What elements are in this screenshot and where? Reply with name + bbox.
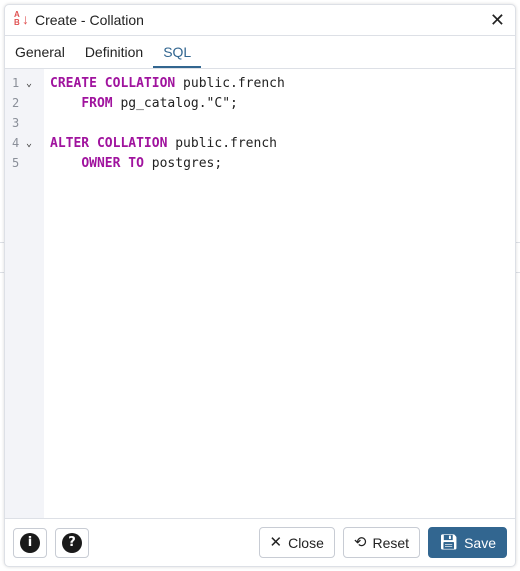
line-number: 5 <box>5 153 44 173</box>
line-number: 4 ⌄ <box>5 133 44 153</box>
line-number-text: 1 <box>12 76 20 90</box>
reset-button[interactable]: ⟲ Reset <box>342 527 421 558</box>
info-button[interactable]: i <box>13 527 47 558</box>
line-number-text: 4 <box>12 136 20 150</box>
close-button-label: Close <box>288 534 324 551</box>
info-icon: i <box>20 532 40 553</box>
dialog-footer: i ? ✕ Close ⟲ Reset 💾︎ Save <box>5 518 515 566</box>
sql-editor[interactable]: 1 ⌄ 2 3 4 ⌄ 5 CREATE COLLATION public.french F… <box>5 69 515 518</box>
line-number-gutter: 1 ⌄ 2 3 4 ⌄ 5 <box>5 69 44 518</box>
sql-text: public.french <box>167 135 277 151</box>
code-line: OWNER TO postgres; <box>50 153 515 173</box>
sort-alpha-icon: A B ↓ <box>14 10 29 27</box>
sql-text: pg_catalog."C"; <box>112 95 238 111</box>
line-number-text: 2 <box>12 96 20 110</box>
fold-chevron-icon[interactable]: ⌄ <box>26 138 32 149</box>
help-icon: ? <box>62 532 82 553</box>
line-number-text: 3 <box>12 116 20 130</box>
sql-keyword: OWNER TO <box>81 155 144 171</box>
code-line: CREATE COLLATION public.french <box>50 73 515 93</box>
fold-chevron-icon[interactable]: ⌄ <box>26 78 32 89</box>
close-icon[interactable]: ✕ <box>490 11 505 29</box>
tab-definition[interactable]: Definition <box>75 44 153 68</box>
tab-sql[interactable]: SQL <box>153 44 202 68</box>
save-icon: 💾︎ <box>439 534 459 551</box>
sql-keyword: FROM <box>81 95 113 111</box>
save-button[interactable]: 💾︎ Save <box>428 527 507 558</box>
reset-button-label: Reset <box>372 534 410 551</box>
sql-keyword: ALTER COLLATION <box>50 135 168 151</box>
reset-icon: ⟲ <box>353 534 367 551</box>
help-button[interactable]: ? <box>55 527 89 558</box>
sql-text: postgres; <box>143 155 223 171</box>
code-area[interactable]: CREATE COLLATION public.french FROM pg_c… <box>44 69 515 518</box>
dialog-title: Create - Collation <box>35 12 144 28</box>
code-line: FROM pg_catalog."C"; <box>50 93 515 113</box>
save-button-label: Save <box>464 534 496 551</box>
code-line: ALTER COLLATION public.french <box>50 133 515 153</box>
tab-bar: General Definition SQL <box>5 36 515 69</box>
close-button[interactable]: ✕ Close <box>258 527 335 558</box>
sql-keyword: CREATE COLLATION <box>50 75 176 91</box>
line-number: 2 <box>5 93 44 113</box>
tab-general[interactable]: General <box>5 44 75 68</box>
sql-text: public.french <box>175 75 285 91</box>
line-number: 1 ⌄ <box>5 73 44 93</box>
dialog-titlebar: A B ↓ Create - Collation ✕ <box>5 5 515 36</box>
line-number: 3 <box>5 113 44 133</box>
line-number-text: 5 <box>12 156 20 170</box>
create-collation-dialog: A B ↓ Create - Collation ✕ General Definit… <box>4 4 516 567</box>
close-icon: ✕ <box>269 534 283 551</box>
